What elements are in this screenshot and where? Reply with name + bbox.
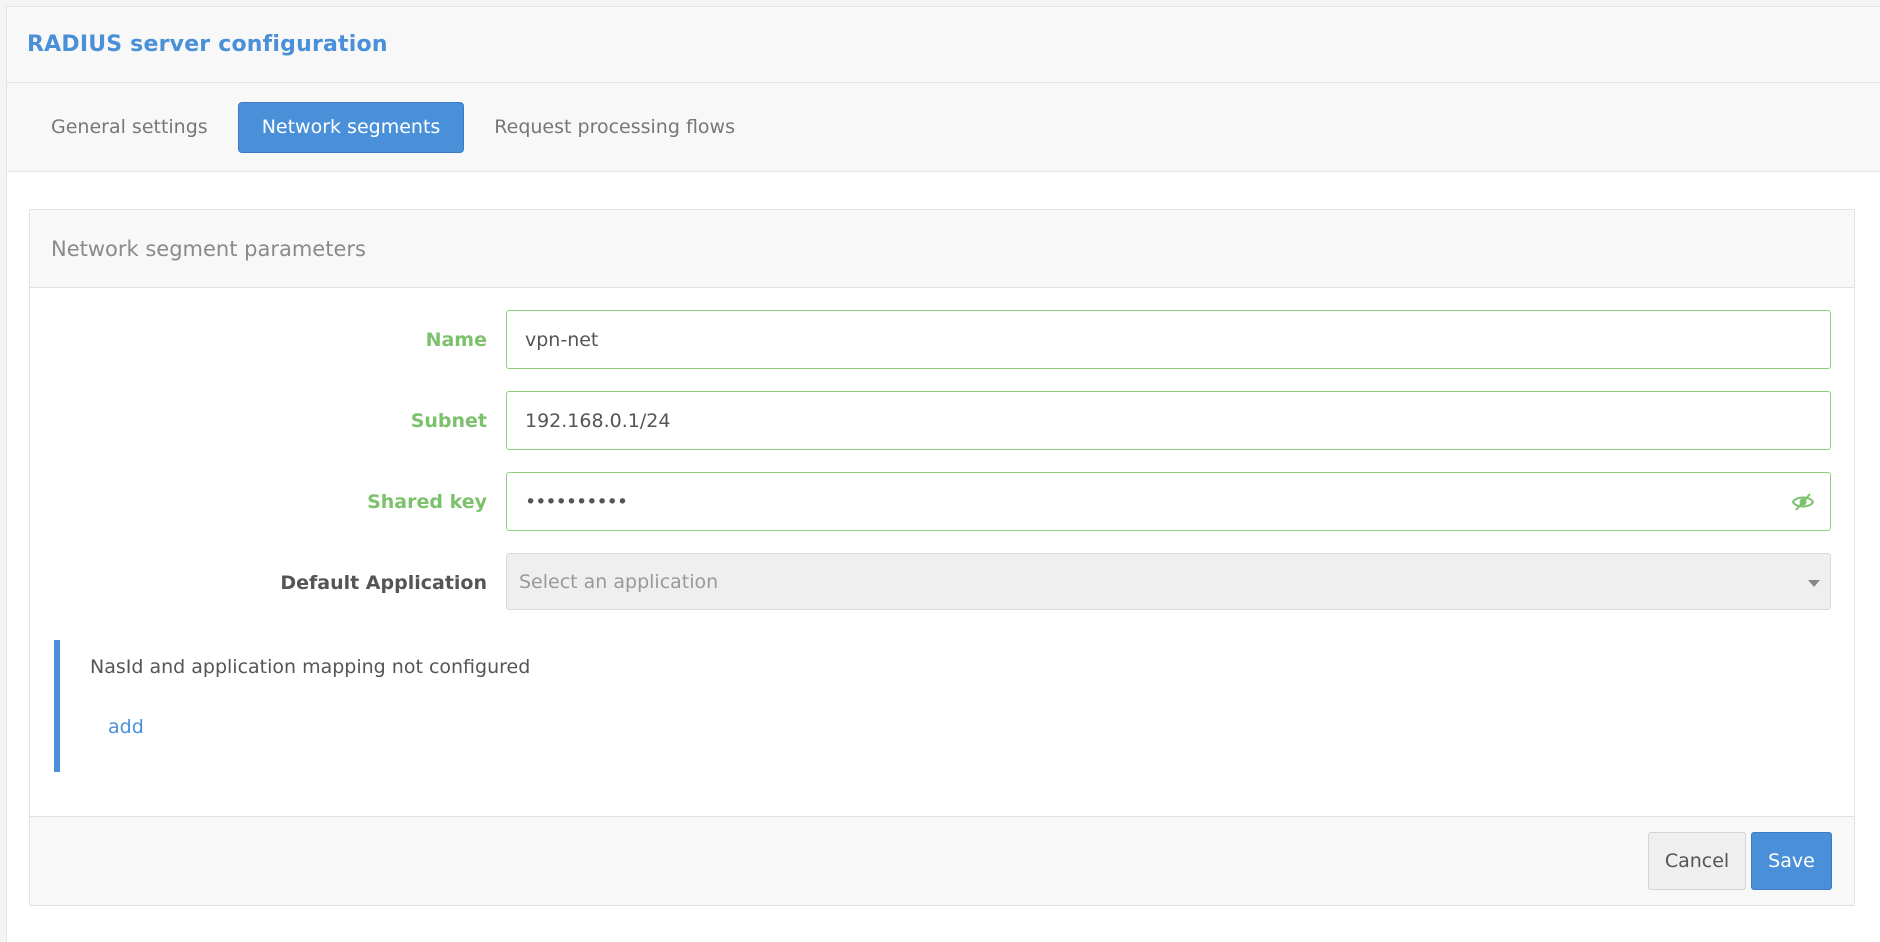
subnet-label: Subnet (410, 409, 487, 432)
eye-toggle-icon[interactable] (1791, 491, 1815, 513)
nasid-mapping-callout: NasId and application mapping not config… (54, 640, 1834, 772)
panel-footer: Cancel Save (30, 816, 1854, 905)
tab-network-segments[interactable]: Network segments (237, 101, 465, 153)
name-row: Name vpn-net (30, 310, 1854, 369)
network-segment-panel: Network segment parameters Name vpn-net … (29, 209, 1855, 906)
default-application-placeholder: Select an application (519, 570, 719, 593)
name-label: Name (425, 328, 487, 351)
shared-key-row: Shared key •••••••••• (30, 472, 1854, 531)
add-mapping-link[interactable]: add (108, 716, 144, 738)
page-title: RADIUS server configuration (27, 32, 388, 57)
radius-config-window: RADIUS server configuration General sett… (6, 6, 1880, 942)
name-input[interactable]: vpn-net (506, 310, 1831, 369)
default-application-label: Default Application (280, 571, 487, 594)
save-button[interactable]: Save (1751, 832, 1832, 890)
shared-key-value: •••••••••• (525, 490, 628, 513)
default-application-row: Default Application Select an applicatio… (30, 553, 1854, 612)
tab-request-processing-flows[interactable]: Request processing flows (470, 102, 759, 153)
default-application-select[interactable]: Select an application (506, 553, 1831, 610)
tabs-bar: General settings Network segments Reques… (7, 83, 1880, 172)
chevron-down-icon (1808, 580, 1820, 587)
title-bar: RADIUS server configuration (7, 7, 1880, 83)
subnet-input[interactable]: 192.168.0.1/24 (506, 391, 1831, 450)
subnet-row: Subnet 192.168.0.1/24 (30, 391, 1854, 450)
tab-general-settings[interactable]: General settings (27, 102, 232, 153)
mapping-status-text: NasId and application mapping not config… (90, 656, 531, 678)
shared-key-input[interactable]: •••••••••• (506, 472, 1831, 531)
cancel-button[interactable]: Cancel (1648, 832, 1746, 890)
shared-key-label: Shared key (367, 490, 487, 513)
panel-title: Network segment parameters (30, 210, 1854, 288)
